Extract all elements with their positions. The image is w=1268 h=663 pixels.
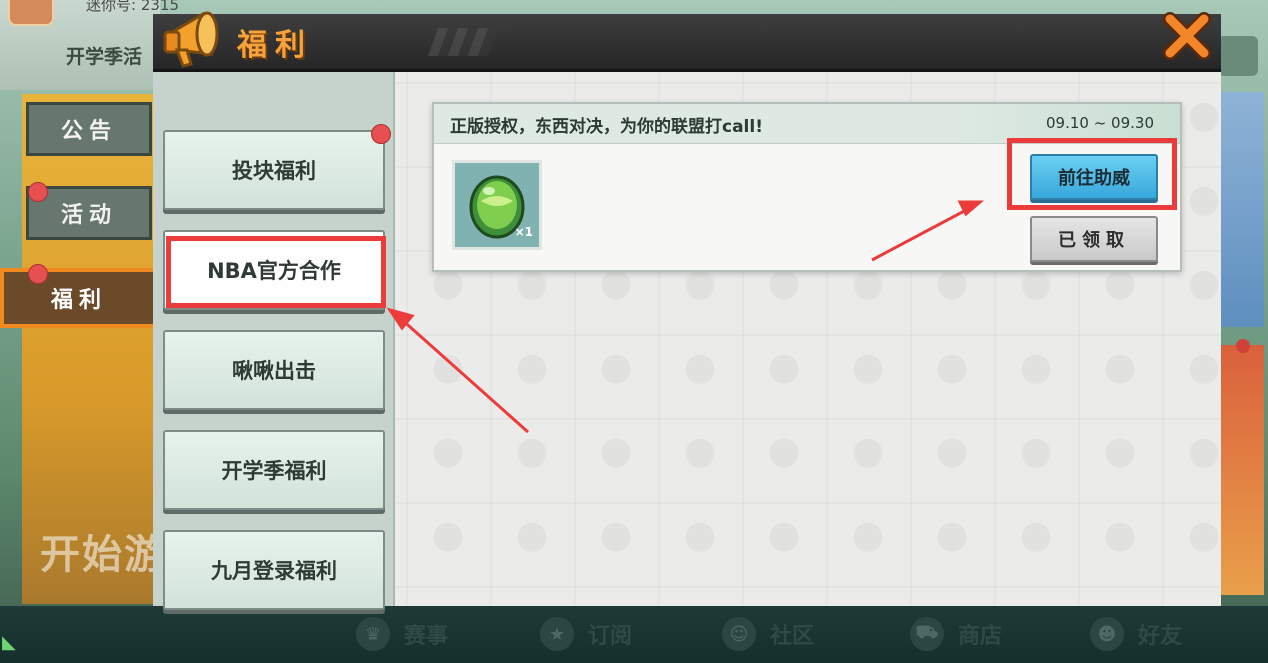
bottom-nav [0, 606, 1268, 663]
side-tab-label: 公告 [60, 119, 117, 144]
nav-label: 赛事 [404, 624, 449, 649]
friend-icon: ☻ [1090, 617, 1124, 651]
trophy-icon: ♛ [356, 617, 390, 651]
megaphone-icon [163, 11, 219, 68]
cart-icon: ⛟ [910, 617, 944, 651]
nav-subscribe[interactable]: ★ 订阅 [540, 612, 632, 656]
modal-title: 福利 [237, 28, 313, 63]
banner-text: 开始游 [40, 532, 166, 578]
event-title: 开学季活 [66, 46, 143, 68]
menu-item-school-season-welfare[interactable]: 开学季福利 [163, 430, 385, 510]
star-icon: ★ [540, 617, 574, 651]
menu-item-september-login-welfare[interactable]: 九月登录福利 [163, 530, 385, 610]
side-tab-welfare[interactable]: 福利 [0, 268, 158, 328]
side-tab-label: 福利 [50, 288, 107, 313]
welfare-badge [28, 264, 48, 284]
nav-community[interactable]: ☺ 社区 [722, 612, 814, 656]
nav-label: 商店 [958, 624, 1003, 649]
card-date-range: 09.10 ~ 09.30 [1046, 114, 1154, 132]
menu-item-jiujiu-attack[interactable]: 啾啾出击 [163, 330, 385, 410]
menu-item-label: 开学季福利 [221, 459, 327, 483]
side-tab-announcement[interactable]: 公告 [26, 102, 152, 156]
nav-label: 订阅 [588, 624, 633, 649]
menu-item-block-welfare[interactable]: 投块福利 [163, 130, 385, 210]
menu-item-label: 九月登录福利 [211, 559, 337, 583]
item-count: ×1 [514, 225, 533, 239]
wifi-icon: ◣ [2, 632, 16, 653]
avatar[interactable] [8, 0, 54, 26]
card-title: 正版授权，东西对决，为你的联盟打call! [450, 117, 763, 137]
speaker-icon[interactable] [1218, 36, 1258, 76]
welfare-modal: 福利 投块福利 NBA官方合作 啾啾出击 开学季福利 九月登录福利 正版授权，东… [153, 11, 1221, 610]
nav-label: 社区 [770, 624, 815, 649]
right-panel-bottom [1218, 345, 1264, 595]
close-button[interactable] [1156, 6, 1218, 66]
header-decoration [427, 28, 499, 56]
community-icon: ☺ [722, 617, 756, 651]
claimed-label: 已领取 [1058, 230, 1130, 251]
welfare-menu: 投块福利 NBA官方合作 啾啾出击 开学季福利 九月登录福利 [153, 72, 395, 610]
menu-badge [371, 124, 391, 144]
menu-item-label: 投块福利 [232, 159, 316, 183]
events-badge [28, 182, 48, 202]
nav-label: 好友 [1138, 624, 1183, 649]
close-icon [1163, 12, 1211, 60]
reward-item-slot[interactable]: ×1 [452, 160, 542, 250]
highlight-go-button [1007, 138, 1177, 210]
notification-dot [1236, 339, 1250, 353]
nav-events[interactable]: ♛ 赛事 [356, 612, 448, 656]
nav-friends[interactable]: ☻ 好友 [1090, 612, 1182, 656]
nav-shop[interactable]: ⛟ 商店 [910, 612, 1002, 656]
right-panel-top [1218, 92, 1264, 327]
modal-header [153, 14, 1221, 72]
claimed-button[interactable]: 已领取 [1030, 216, 1158, 262]
menu-item-label: 啾啾出击 [232, 359, 316, 383]
side-tab-label: 活动 [60, 203, 117, 228]
highlight-nba-menu [166, 236, 386, 308]
